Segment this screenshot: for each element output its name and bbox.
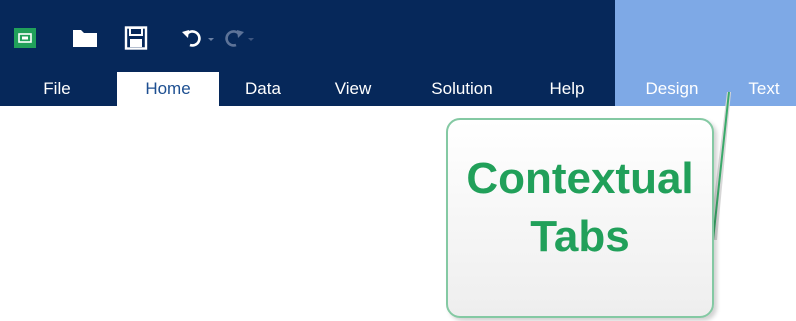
tab-file[interactable]: File <box>26 72 88 106</box>
redo-dropdown-icon[interactable] <box>246 26 256 50</box>
tab-design[interactable]: Design <box>627 72 717 106</box>
ribbon-tab-bar <box>0 72 615 106</box>
open-folder-icon[interactable] <box>72 26 98 50</box>
tab-help[interactable]: Help <box>536 72 598 106</box>
redo-icon[interactable] <box>220 26 246 50</box>
app-window: File Home Data View Solution Help Design… <box>0 0 796 321</box>
tab-solution[interactable]: Solution <box>410 72 514 106</box>
callout-line-2: Tabs <box>530 212 630 261</box>
tab-data[interactable]: Data <box>228 72 298 106</box>
tab-text[interactable]: Text <box>736 72 792 106</box>
undo-icon[interactable] <box>180 26 206 50</box>
callout-label: Contextual Tabs <box>448 150 712 266</box>
app-logo-icon[interactable] <box>14 26 36 50</box>
callout-line-1: Contextual <box>466 154 694 203</box>
contextual-tabs-callout: Contextual Tabs <box>446 118 714 318</box>
undo-dropdown-icon[interactable] <box>206 26 216 50</box>
contextual-tab-group-header <box>615 0 796 72</box>
tab-view[interactable]: View <box>318 72 388 106</box>
tab-home[interactable]: Home <box>117 72 219 106</box>
save-icon[interactable] <box>124 26 148 50</box>
